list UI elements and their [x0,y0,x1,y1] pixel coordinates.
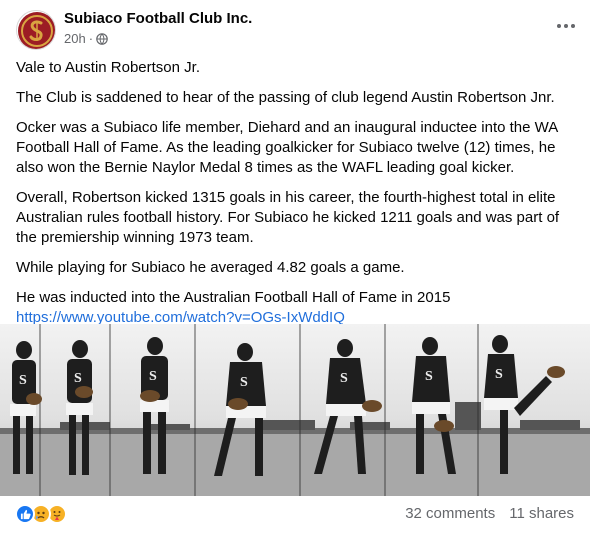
post-time[interactable]: 20h [64,31,86,46]
more-options-button[interactable] [552,12,580,40]
svg-text:S: S [340,371,348,386]
club-logo-icon [18,12,55,49]
post-photo[interactable]: SSS SSSS [0,324,590,496]
meta-separator: · [88,31,94,46]
post-meta: 20h · [64,31,108,46]
svg-text:S: S [149,369,157,384]
engagement-counts: 32 comments 11 shares [405,505,574,522]
comments-count[interactable]: 32 comments [405,505,495,522]
svg-text:S: S [19,373,27,388]
reaction-summary[interactable] [15,504,67,524]
svg-text:S: S [495,367,503,382]
post-paragraph: The Club is saddened to hear of the pass… [16,89,555,106]
post-paragraph: Overall, Robertson kicked 1315 goals in … [16,189,560,246]
svg-text:S: S [240,375,248,390]
post-footer: 32 comments 11 shares [0,498,590,533]
post-paragraph: Vale to Austin Robertson Jr. [16,59,200,76]
more-options-icon [557,24,575,28]
page-name-link[interactable]: Subiaco Football Club Inc. [64,10,252,27]
club-logo-avatar[interactable] [16,10,56,50]
shares-count[interactable]: 11 shares [509,505,574,522]
post-paragraph: Ocker was a Subiaco life member, Diehard… [16,119,558,176]
kicking-sequence-photo: SSS SSSS [0,324,590,496]
globe-icon [96,32,108,45]
svg-text:S: S [74,371,82,386]
svg-text:S: S [425,369,433,384]
post-body: Vale to Austin Robertson Jr. The Club is… [16,58,581,328]
post-paragraph: While playing for Subiaco he averaged 4.… [16,259,405,276]
like-reaction-icon [15,504,35,524]
post-paragraph: He was inducted into the Australian Foot… [16,289,451,306]
post-header: Subiaco Football Club Inc. 20h · [0,0,590,52]
